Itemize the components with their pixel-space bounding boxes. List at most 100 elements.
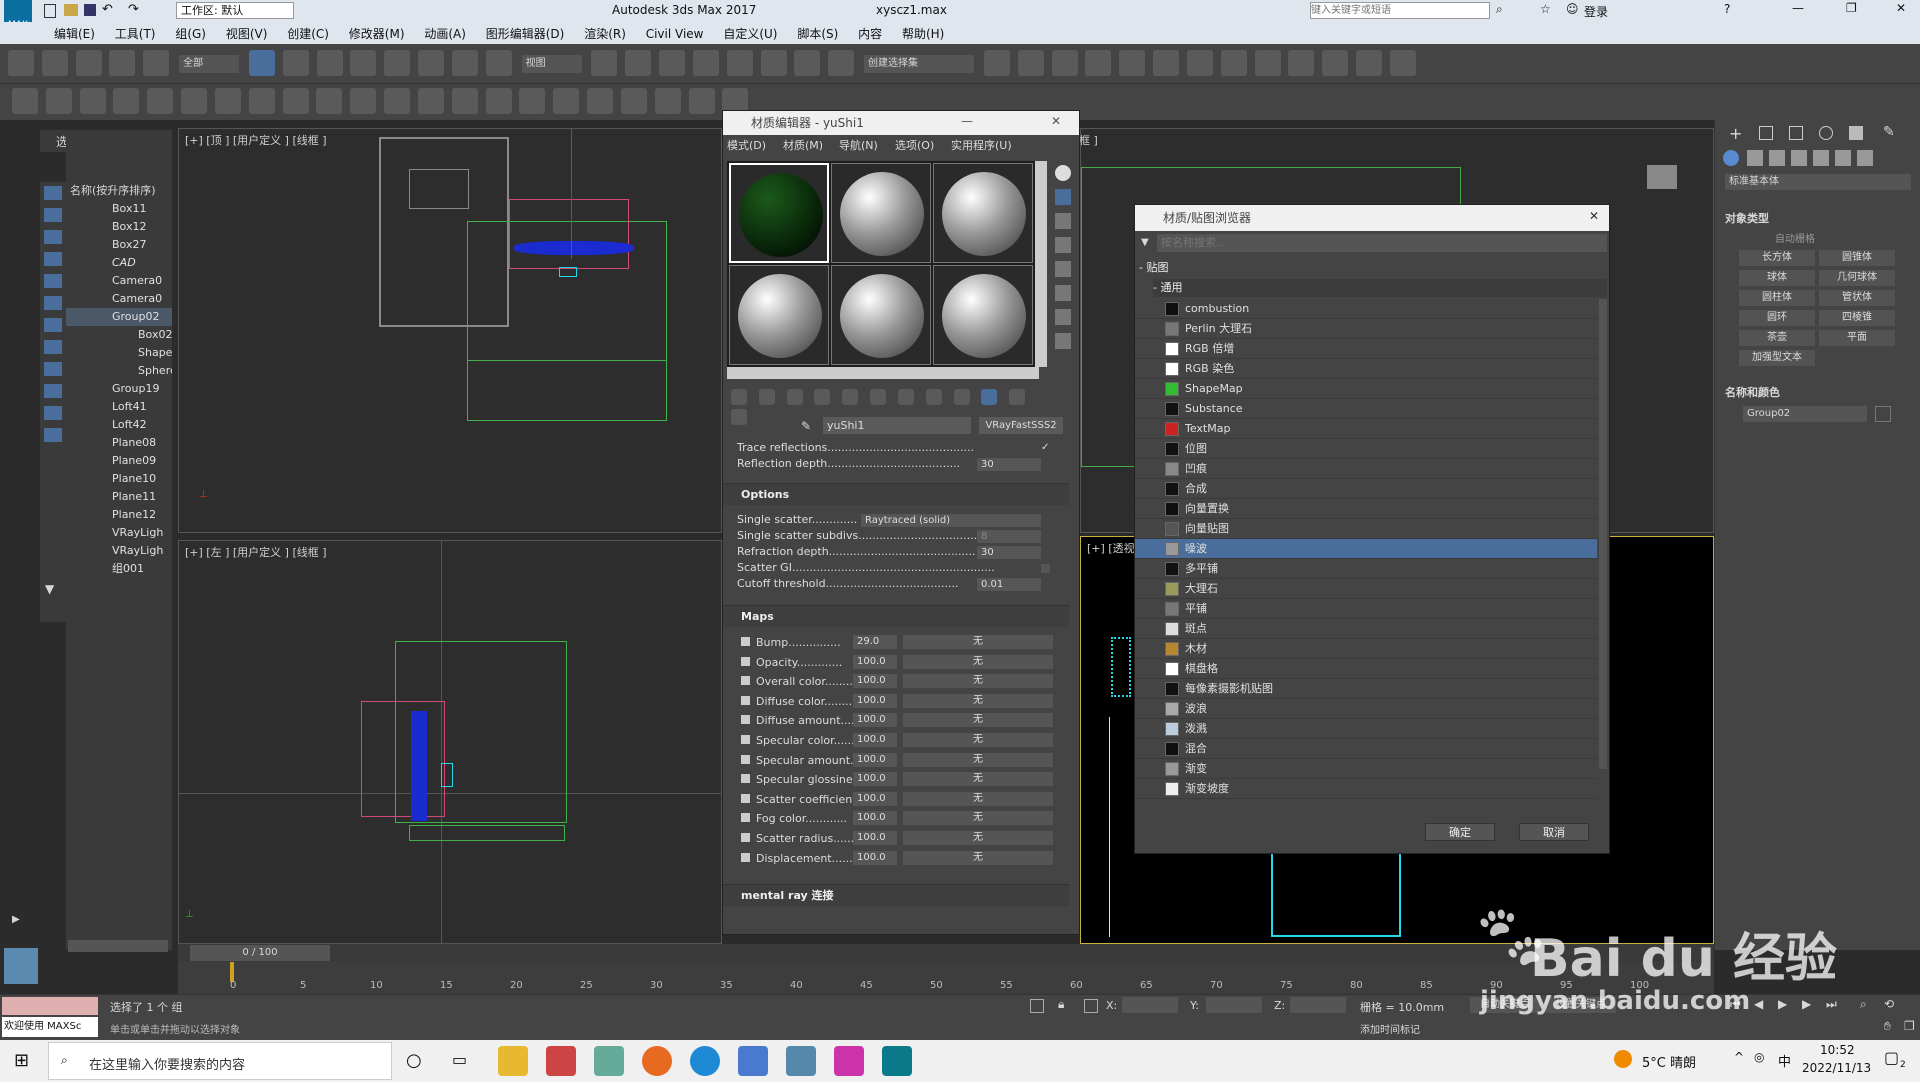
new-file-icon[interactable]: [44, 4, 56, 18]
select-by-material-icon[interactable]: [1055, 333, 1071, 349]
ok-button[interactable]: 确定: [1425, 823, 1495, 841]
scene-explorer-icon[interactable]: [1051, 50, 1078, 76]
map-item[interactable]: 渐变: [1135, 759, 1597, 779]
workspace-select[interactable]: 工作区: 默认: [176, 2, 294, 19]
tube-button[interactable]: 管状体: [1819, 290, 1895, 306]
scene-item[interactable]: Plane08: [66, 434, 172, 452]
primitive-type-select[interactable]: 标准基本体: [1725, 174, 1911, 190]
uv-tiling-icon[interactable]: [1055, 237, 1071, 253]
place-icon[interactable]: [485, 50, 512, 76]
spot-light-icon[interactable]: [316, 88, 343, 114]
mated-menu-navigation[interactable]: 导航(N): [839, 137, 878, 153]
map-checkbox[interactable]: [741, 695, 750, 705]
background-icon[interactable]: [1055, 213, 1071, 229]
scene-item[interactable]: Box02: [66, 326, 172, 344]
map-amount[interactable]: 100.0: [853, 811, 897, 826]
modify-tab-icon[interactable]: [1759, 126, 1773, 140]
material-ball-icon[interactable]: [587, 88, 614, 114]
put-to-scene-icon[interactable]: [758, 389, 775, 405]
map-slot-button[interactable]: 无: [903, 830, 1053, 845]
windows-start-icon[interactable]: ⊞: [14, 1050, 29, 1071]
map-slot-button[interactable]: 无: [903, 732, 1053, 747]
make-copy-icon[interactable]: [842, 389, 859, 405]
map-item[interactable]: 多平铺: [1135, 559, 1597, 579]
sample-slot-scrollbar[interactable]: [727, 367, 1039, 379]
display-geometry-icon[interactable]: [44, 186, 62, 200]
render-production-icon[interactable]: [1322, 50, 1349, 76]
scene-item[interactable]: Shape: [66, 344, 172, 362]
object-type-rollout[interactable]: 对象类型: [1725, 210, 1769, 226]
cloud-icon[interactable]: [45, 88, 72, 114]
map-browser-close-icon[interactable]: ✕: [1589, 209, 1599, 223]
menu-scripting[interactable]: 脚本(S): [789, 22, 846, 45]
export-icon[interactable]: [688, 88, 715, 114]
scene-item[interactable]: Plane12: [66, 506, 172, 524]
window-crossing-icon[interactable]: [350, 50, 377, 76]
map-checkbox[interactable]: [741, 656, 750, 666]
app-icon[interactable]: [834, 1046, 864, 1076]
vray-mesh-icon[interactable]: [485, 88, 512, 114]
frame-cursor[interactable]: [230, 962, 234, 982]
scene-item[interactable]: CAD: [66, 254, 172, 272]
redo-icon[interactable]: ↷: [128, 2, 139, 17]
assign-to-selection-icon[interactable]: [786, 389, 803, 405]
viewport-top[interactable]: [+] [顶 ] [用户定义 ] [线框 ] ⊥: [178, 128, 722, 533]
map-slot-button[interactable]: 无: [903, 635, 1053, 649]
map-checkbox[interactable]: [741, 832, 750, 842]
scene-item[interactable]: Loft41: [66, 398, 172, 416]
mental-ray-rollout[interactable]: mental ray 连接: [723, 884, 1069, 907]
option-value[interactable]: 8: [977, 530, 1041, 543]
taskbar-search[interactable]: ⌕ 在这里输入你要搜索的内容: [48, 1042, 392, 1080]
map-item[interactable]: 泼溅: [1135, 719, 1597, 739]
pan-icon[interactable]: ✋︎: [1884, 1019, 1891, 1034]
percent-snap-icon[interactable]: [760, 50, 787, 76]
angle-snap-icon[interactable]: [726, 50, 753, 76]
snap-3d-icon[interactable]: [692, 50, 719, 76]
keyboard-shortcut-icon[interactable]: [659, 50, 686, 76]
bind-space-warp-icon[interactable]: [143, 50, 170, 76]
map-item[interactable]: 平铺: [1135, 599, 1597, 619]
scene-item[interactable]: Plane09: [66, 452, 172, 470]
map-item[interactable]: 木材: [1135, 639, 1597, 659]
scene-item[interactable]: Box12: [66, 218, 172, 236]
scene-item[interactable]: VRayLigh: [66, 524, 172, 542]
map-amount[interactable]: 100.0: [853, 830, 897, 845]
ime-indicator[interactable]: 中: [1778, 1051, 1791, 1070]
maps-rollout[interactable]: Maps: [723, 605, 1069, 627]
menu-group[interactable]: 组(G): [167, 22, 214, 45]
save-icon[interactable]: [84, 4, 96, 16]
maxscript-listener[interactable]: [2, 997, 98, 1015]
map-item[interactable]: 棋盘格: [1135, 659, 1597, 679]
material-id-icon[interactable]: [925, 389, 942, 405]
scene-explorer-header[interactable]: 名称(按升序排序): [70, 182, 156, 198]
vray-plane-icon[interactable]: [519, 88, 546, 114]
ribbon-icon[interactable]: [1119, 50, 1146, 76]
clock-time[interactable]: 10:52: [1820, 1043, 1855, 1057]
name-color-rollout[interactable]: 名称和颜色: [1725, 384, 1780, 400]
undo-tool-icon[interactable]: [8, 50, 34, 76]
map-item[interactable]: 斑点: [1135, 619, 1597, 639]
menu-modifiers[interactable]: 修改器(M): [341, 22, 413, 45]
general-subgroup-header[interactable]: - 通用: [1153, 279, 1607, 297]
a360-icon[interactable]: [1389, 50, 1416, 76]
spacewarps-icon[interactable]: [1835, 150, 1851, 166]
plane-light-icon[interactable]: [181, 88, 208, 114]
viewport-left[interactable]: [+] [左 ] [用户定义 ] [线框 ] ⊥: [178, 540, 723, 945]
z-coord-field[interactable]: [1290, 997, 1346, 1013]
map-item[interactable]: TextMap: [1135, 419, 1597, 439]
edge-icon[interactable]: [690, 1046, 720, 1076]
open-file-icon[interactable]: [64, 4, 78, 16]
file-explorer-icon[interactable]: [498, 1046, 528, 1076]
select-by-name-icon[interactable]: [282, 50, 309, 76]
torus-button[interactable]: 圆环: [1739, 310, 1815, 326]
map-amount[interactable]: 100.0: [853, 772, 897, 787]
sample-type-icon[interactable]: [1055, 165, 1071, 181]
sphere-button[interactable]: 球体: [1739, 270, 1815, 286]
viewport-top-label[interactable]: [+] [顶 ] [用户定义 ] [线框 ]: [185, 132, 327, 148]
mated-menu-mode[interactable]: 模式(D): [727, 137, 766, 153]
scene-item[interactable]: Box11: [66, 200, 172, 218]
systems-icon[interactable]: [1857, 150, 1873, 166]
sample-slot[interactable]: [831, 265, 931, 365]
display-frozen-icon[interactable]: [44, 406, 62, 420]
display-containers-icon[interactable]: [44, 384, 62, 398]
